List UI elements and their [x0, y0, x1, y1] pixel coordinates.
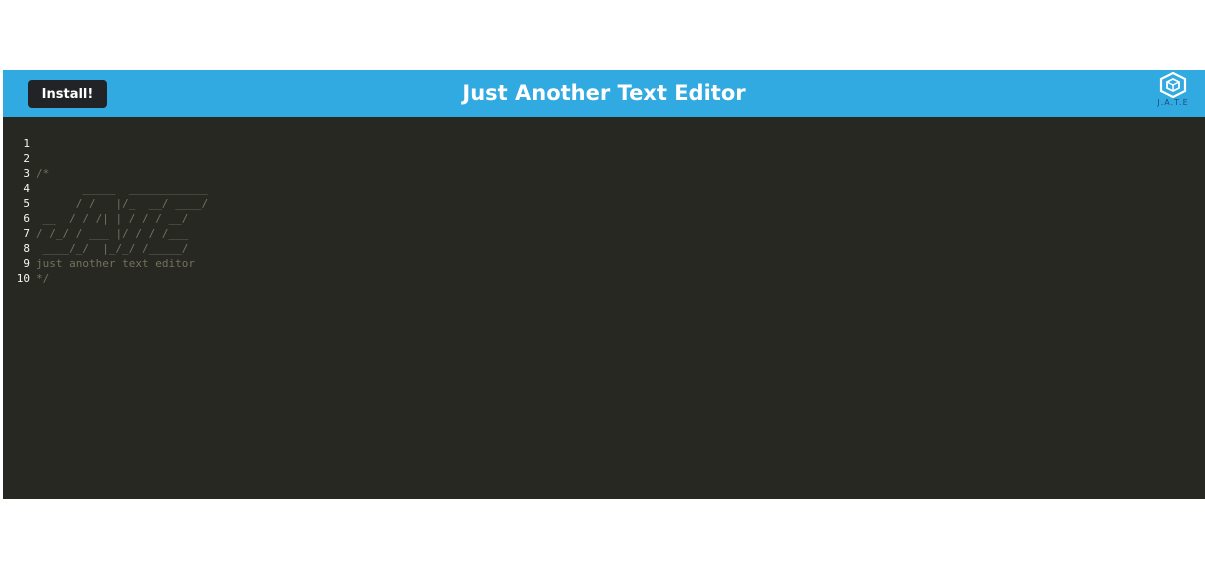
editor-lines: 1 2 /* 3 _____ ____________ 4 / / |/_ __… — [3, 117, 1205, 285]
editor-line[interactable]: 9 */ — [3, 241, 1205, 285]
editor-line[interactable]: 5 __ / / /| | / / / __/ — [3, 181, 1205, 225]
editor-line[interactable]: 2 /* — [3, 136, 1205, 180]
editor-line[interactable]: 3 _____ ____________ — [3, 151, 1205, 195]
cube-logo-icon — [1159, 72, 1187, 98]
logo: J.A.T.E — [1141, 71, 1205, 117]
editor-line[interactable]: 7 ____/_/ |_/_/ /_____/ — [3, 211, 1205, 255]
page-title: Just Another Text Editor — [462, 81, 746, 105]
app-container: Install! Just Another Text Editor J.A.T.… — [3, 70, 1205, 499]
logo-text: J.A.T.E — [1157, 98, 1189, 107]
editor-line[interactable]: 4 / / |/_ __/ ____/ — [3, 166, 1205, 210]
line-number: 10 — [16, 272, 30, 285]
navbar: Install! Just Another Text Editor J.A.T.… — [3, 70, 1205, 117]
editor-line[interactable]: 6 / /_/ / ___ |/ / / /___ — [3, 196, 1205, 240]
code-editor[interactable]: 1 2 /* 3 _____ ____________ 4 / / |/_ __… — [3, 117, 1205, 499]
editor-line[interactable]: 8 just another text editor — [3, 226, 1205, 270]
editor-line[interactable]: 1 — [3, 121, 1205, 150]
editor-line[interactable]: 10 — [3, 256, 1205, 285]
